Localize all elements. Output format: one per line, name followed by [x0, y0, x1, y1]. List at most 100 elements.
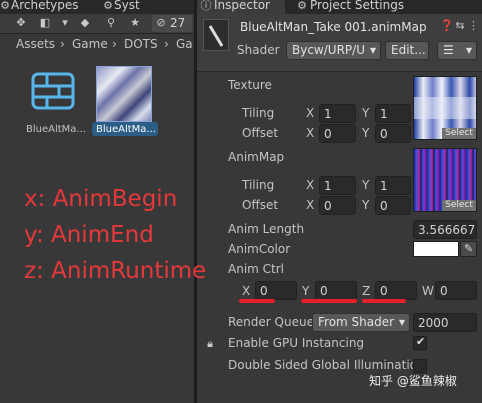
asset-label: BlueAltMa...: [96, 124, 156, 135]
chevron-down-icon: ▾: [465, 43, 472, 57]
annotation-underline-z: [362, 299, 406, 303]
chevron-down-icon: ▾: [369, 43, 376, 57]
asset-item-selected[interactable]: BlueAltMa...: [92, 66, 158, 138]
animmap-offset-label: Offset: [242, 198, 279, 212]
animmap-offset-x-field[interactable]: 0: [319, 196, 356, 215]
annotation-underline-y: [301, 299, 357, 303]
breadcrumb-dots[interactable]: DOTS: [124, 37, 158, 51]
texture-swatch-overlay: [414, 97, 476, 119]
axis-label-x: X: [306, 106, 315, 120]
double-sided-gi-label: Double Sided Global Illumination: [228, 358, 425, 372]
gpu-instancing-checkbox[interactable]: ✔: [413, 335, 427, 350]
material-name: BlueAltMan_Take 001.animMap: [240, 20, 427, 34]
inspector-window: ⓘ Inspector ⚙ Project Settings BlueAltMa…: [197, 0, 482, 403]
texture-tiling-label: Tiling: [242, 106, 275, 120]
shader-dropdown[interactable]: Bycw/URP/U ▾: [286, 41, 381, 60]
anim-ctrl-y-field[interactable]: 0: [315, 281, 357, 300]
axis-label-x: X: [306, 178, 315, 192]
search-by-label-icon[interactable]: ▾: [58, 17, 72, 29]
texture-offset-x-field[interactable]: 0: [319, 124, 356, 143]
texture-tiling-x-field[interactable]: 1: [319, 104, 356, 123]
double-sided-gi-checkbox[interactable]: [413, 359, 427, 373]
breadcrumb-game-sub[interactable]: Ga: [176, 37, 193, 51]
tab-archetypes[interactable]: Archetypes: [11, 0, 79, 14]
animmap-tiling-label: Tiling: [242, 178, 275, 192]
asset-label: BlueAltMa...: [26, 124, 86, 135]
list-menu-button[interactable]: ☰ ▾: [437, 41, 477, 60]
texture-section-title: Texture: [228, 78, 272, 92]
animmap-tiling-x-field[interactable]: 1: [319, 176, 356, 195]
hidden-count: 27: [170, 16, 186, 30]
project-window: ⚙ Archetypes ⚙ Syst ✥ ◧ ▾ ◆ ⚲ ★ ⊘ 27 Ass…: [0, 0, 195, 403]
material-preview-icon: [203, 19, 229, 51]
breadcrumb: Assets › Game › DOTS › Ga: [0, 35, 195, 55]
tab-inspector[interactable]: Inspector: [214, 0, 270, 14]
anim-color-swatch[interactable]: [413, 241, 459, 257]
breadcrumb-separator: ›: [60, 37, 65, 51]
axis-label-w: W: [422, 284, 434, 298]
eye-filter-icon[interactable]: ✥: [14, 17, 28, 29]
render-queue-value-field[interactable]: 2000: [413, 313, 477, 332]
asset-item[interactable]: BlueAltMa...: [22, 66, 88, 138]
tab-systems[interactable]: Syst: [114, 0, 140, 14]
anim-length-label: Anim Length: [228, 222, 305, 236]
filter-icon[interactable]: ⚲: [104, 17, 118, 29]
texture-offset-label: Offset: [242, 126, 279, 140]
info-icon: ⓘ: [200, 0, 212, 12]
shader-label: Shader: [237, 43, 280, 57]
gear-icon: ⚙: [297, 0, 307, 12]
material-slash-icon: [208, 25, 224, 47]
select-label: Select: [445, 128, 473, 138]
annotation-y-anim-end: y: AnimEnd: [24, 222, 154, 248]
kebab-menu-icon[interactable]: ⋮: [468, 20, 479, 32]
anim-ctrl-label: Anim Ctrl: [228, 262, 285, 276]
chevron-down-icon: ▾: [398, 315, 405, 329]
texture-tiling-y-field[interactable]: 1: [375, 104, 411, 123]
axis-label-z: Z: [362, 284, 371, 298]
eye-slash-icon: ⊘: [156, 16, 166, 29]
animmap-section-title: AnimMap: [228, 150, 285, 164]
texture-select-button[interactable]: Select: [442, 128, 476, 139]
list-icon: ☰: [443, 43, 454, 57]
preset-icon[interactable]: ⇆: [454, 20, 466, 32]
animmap-slot-preview[interactable]: Select: [413, 148, 477, 212]
search-by-type-icon[interactable]: ◧: [38, 17, 52, 29]
edit-shader-button[interactable]: Edit...: [385, 41, 429, 60]
lock-icon: 🔒︎: [207, 337, 213, 350]
texture-offset-y-field[interactable]: 0: [375, 124, 411, 143]
axis-label-y: Y: [362, 198, 370, 212]
gear-icon[interactable]: ⚙: [0, 0, 10, 12]
eyedropper-button[interactable]: ✎: [460, 241, 477, 257]
checkmark-icon: ✔: [416, 335, 426, 348]
animmap-offset-y-field[interactable]: 0: [375, 196, 411, 215]
favorite-star-icon[interactable]: ★: [128, 17, 142, 29]
anim-ctrl-x-field[interactable]: 0: [255, 281, 297, 300]
breadcrumb-separator: ›: [112, 37, 117, 51]
label-tag-icon[interactable]: ◆: [78, 17, 92, 29]
anim-color-label: AnimColor: [228, 242, 291, 256]
gpu-instancing-label: Enable GPU Instancing: [228, 336, 365, 350]
animmap-select-button[interactable]: Select: [442, 200, 476, 211]
breadcrumb-separator: ›: [164, 37, 169, 51]
axis-label-y: Y: [362, 106, 370, 120]
texture-slot-preview[interactable]: Select: [413, 76, 477, 140]
help-icon[interactable]: ❓: [440, 20, 454, 32]
render-queue-label: Render Queue: [228, 315, 314, 329]
axis-label-x: X: [242, 284, 251, 298]
breadcrumb-game[interactable]: Game: [72, 37, 108, 51]
gear-icon[interactable]: ⚙: [102, 0, 114, 12]
axis-label-y: Y: [302, 284, 310, 298]
anim-ctrl-w-field[interactable]: 0: [435, 281, 477, 300]
axis-label-y: Y: [362, 126, 370, 140]
animmap-tiling-y-field[interactable]: 1: [375, 176, 411, 195]
annotation-z-anim-runtime: z: AnimRuntime: [24, 258, 207, 284]
tab-project-settings[interactable]: Project Settings: [310, 0, 404, 14]
breadcrumb-assets[interactable]: Assets: [16, 37, 55, 51]
anim-ctrl-z-field[interactable]: 0: [375, 281, 417, 300]
annotation-x-anim-begin: x: AnimBegin: [24, 186, 178, 212]
anim-length-field[interactable]: 3.566667: [413, 220, 477, 239]
eyedropper-icon: ✎: [464, 242, 474, 255]
render-queue-mode-dropdown[interactable]: From Shader ▾: [312, 313, 410, 332]
render-queue-mode: From Shader: [318, 315, 395, 329]
texture-thumbnail: [96, 66, 152, 122]
